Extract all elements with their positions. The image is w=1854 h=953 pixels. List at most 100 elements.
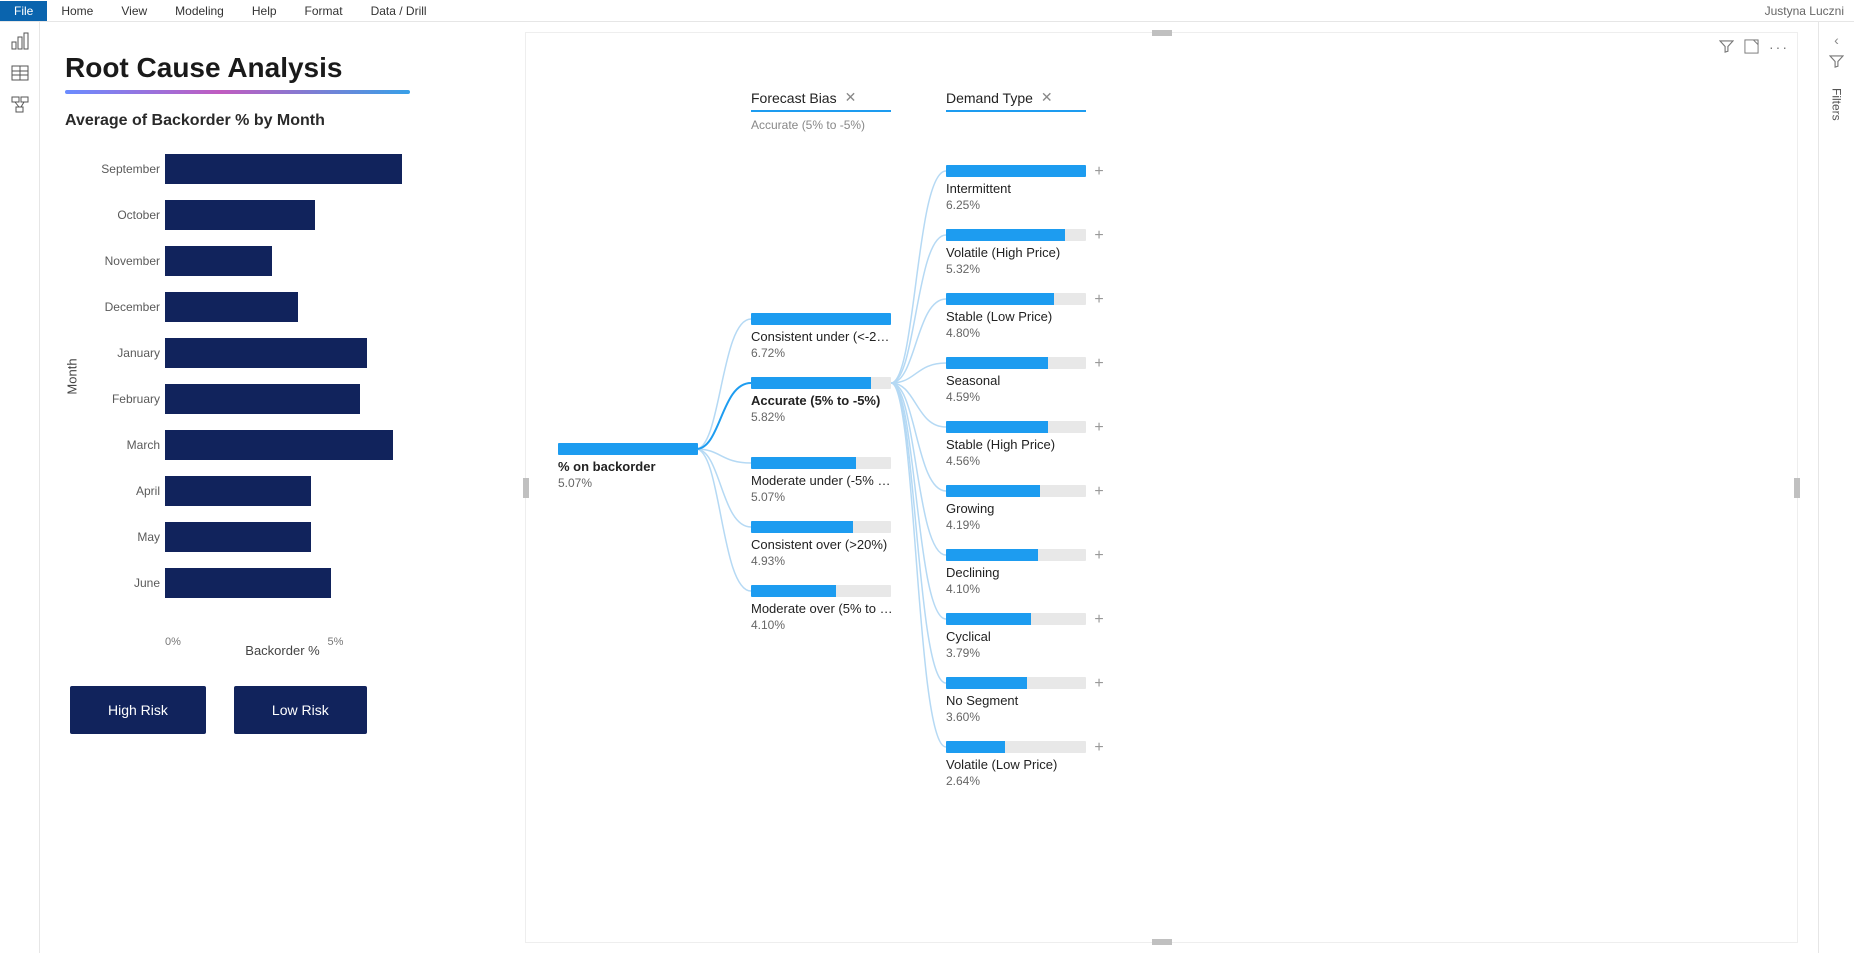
node-label: Cyclical <box>946 629 1086 644</box>
close-icon[interactable]: ✕ <box>1041 89 1053 106</box>
bar-row[interactable]: January <box>165 330 490 376</box>
breadcrumb-forecast: Accurate (5% to -5%) <box>751 118 901 132</box>
node-value: 2.64% <box>946 774 1086 788</box>
high-risk-button[interactable]: High Risk <box>70 686 206 734</box>
left-panel: Root Cause Analysis Average of Backorder… <box>60 32 520 943</box>
node-label: Accurate (5% to -5%) <box>751 393 891 408</box>
user-label: Justyna Luczni <box>1765 4 1854 18</box>
node-label: Consistent under (<-2… <box>751 329 891 344</box>
tree-root-node[interactable]: % on backorder 5.07% <box>558 443 698 490</box>
page-title: Root Cause Analysis <box>65 52 500 84</box>
bar-chart: Month September October November Decembe… <box>65 146 500 656</box>
node-value: 4.56% <box>946 454 1086 468</box>
col-demand-type-title: Demand Type <box>946 90 1033 106</box>
more-icon[interactable]: ··· <box>1769 39 1789 57</box>
tree-level1-node[interactable]: Consistent over (>20%) 4.93% <box>751 521 891 568</box>
menu-format[interactable]: Format <box>291 1 357 21</box>
tree-level2-node[interactable]: Stable (Low Price) 4.80% + <box>946 293 1086 340</box>
plus-icon[interactable]: + <box>1092 291 1106 305</box>
tree-level2-node[interactable]: Growing 4.19% + <box>946 485 1086 532</box>
bar-row[interactable]: November <box>165 238 490 284</box>
tree-level1-node[interactable]: Accurate (5% to -5%) 5.82% <box>751 377 891 424</box>
plus-icon[interactable]: + <box>1092 483 1106 497</box>
left-nav-rail <box>0 22 40 953</box>
root-label: % on backorder <box>558 459 698 474</box>
plus-icon[interactable]: + <box>1092 739 1106 753</box>
node-value: 4.59% <box>946 390 1086 404</box>
node-label: Moderate over (5% to … <box>751 601 893 616</box>
tree-level1-node[interactable]: Moderate under (-5% … 5.07% <box>751 457 891 504</box>
bar-label: June <box>65 576 160 590</box>
plus-icon[interactable]: + <box>1092 163 1106 177</box>
tree-level2-node[interactable]: Intermittent 6.25% + <box>946 165 1086 212</box>
low-risk-button[interactable]: Low Risk <box>234 686 367 734</box>
menu-file[interactable]: File <box>0 1 47 21</box>
menubar: File Home View Modeling Help Format Data… <box>0 0 1854 22</box>
bar-row[interactable]: December <box>165 284 490 330</box>
resize-handle-top[interactable] <box>1152 30 1172 36</box>
tree-level1-node[interactable]: Consistent under (<-2… 6.72% <box>751 313 891 360</box>
node-value: 4.10% <box>946 582 1086 596</box>
chevron-left-icon[interactable]: ‹ <box>1834 32 1839 48</box>
close-icon[interactable]: ✕ <box>845 89 857 106</box>
node-value: 5.07% <box>751 490 891 504</box>
title-underline <box>65 90 410 94</box>
menu-data-drill[interactable]: Data / Drill <box>357 1 441 21</box>
plus-icon[interactable]: + <box>1092 611 1106 625</box>
bar-row[interactable]: March <box>165 422 490 468</box>
tree-level2-node[interactable]: Volatile (Low Price) 2.64% + <box>946 741 1086 788</box>
tree-level2-node[interactable]: No Segment 3.60% + <box>946 677 1086 724</box>
tree-level2-node[interactable]: Cyclical 3.79% + <box>946 613 1086 660</box>
model-icon[interactable] <box>11 96 29 114</box>
tree-level2-node[interactable]: Stable (High Price) 4.56% + <box>946 421 1086 468</box>
filters-funnel-icon[interactable] <box>1829 54 1844 72</box>
focus-icon[interactable] <box>1744 39 1759 57</box>
node-value: 6.72% <box>751 346 891 360</box>
bar-label: April <box>65 484 160 498</box>
plus-icon[interactable]: + <box>1092 547 1106 561</box>
resize-handle-left[interactable] <box>523 478 529 498</box>
barchart-icon[interactable] <box>11 32 29 50</box>
resize-handle-bottom[interactable] <box>1152 939 1172 945</box>
node-label: Stable (Low Price) <box>946 309 1086 324</box>
node-label: Seasonal <box>946 373 1086 388</box>
menu-modeling[interactable]: Modeling <box>161 1 238 21</box>
bar-row[interactable]: June <box>165 560 490 606</box>
bar-label: December <box>65 300 160 314</box>
bar-row[interactable]: February <box>165 376 490 422</box>
node-label: Consistent over (>20%) <box>751 537 891 552</box>
filters-label: Filters <box>1830 88 1844 121</box>
plus-icon[interactable]: + <box>1092 675 1106 689</box>
bar-row[interactable]: May <box>165 514 490 560</box>
col-forecast-bias-title: Forecast Bias <box>751 90 837 106</box>
bar-label: January <box>65 346 160 360</box>
tree-level1-node[interactable]: Moderate over (5% to … 4.10% <box>751 585 893 632</box>
bar-row[interactable]: April <box>165 468 490 514</box>
plus-icon[interactable]: + <box>1092 355 1106 369</box>
resize-handle-right[interactable] <box>1794 478 1800 498</box>
tree-level2-node[interactable]: Volatile (High Price) 5.32% + <box>946 229 1086 276</box>
menu-view[interactable]: View <box>107 1 161 21</box>
node-value: 4.10% <box>751 618 893 632</box>
tree-level2-node[interactable]: Declining 4.10% + <box>946 549 1086 596</box>
node-label: Growing <box>946 501 1086 516</box>
decomposition-tree-visual[interactable]: ··· Forecast Bias ✕ Accurate (5% to -5%) … <box>525 32 1798 943</box>
menu-help[interactable]: Help <box>238 1 291 21</box>
plus-icon[interactable]: + <box>1092 419 1106 433</box>
filters-pane[interactable]: ‹ Filters <box>1818 22 1854 953</box>
node-label: Stable (High Price) <box>946 437 1086 452</box>
chart-subtitle: Average of Backorder % by Month <box>65 112 500 130</box>
node-value: 6.25% <box>946 198 1086 212</box>
bar-row[interactable]: October <box>165 192 490 238</box>
node-value: 4.80% <box>946 326 1086 340</box>
plus-icon[interactable]: + <box>1092 227 1106 241</box>
filter-icon[interactable] <box>1719 39 1734 57</box>
node-label: Declining <box>946 565 1086 580</box>
node-value: 4.19% <box>946 518 1086 532</box>
node-label: Volatile (Low Price) <box>946 757 1086 772</box>
table-icon[interactable] <box>11 64 29 82</box>
menu-home[interactable]: Home <box>47 1 107 21</box>
tree-level2-node[interactable]: Seasonal 4.59% + <box>946 357 1086 404</box>
bar-row[interactable]: September <box>165 146 490 192</box>
risk-bookmarks: High Risk Low Risk <box>70 686 500 734</box>
